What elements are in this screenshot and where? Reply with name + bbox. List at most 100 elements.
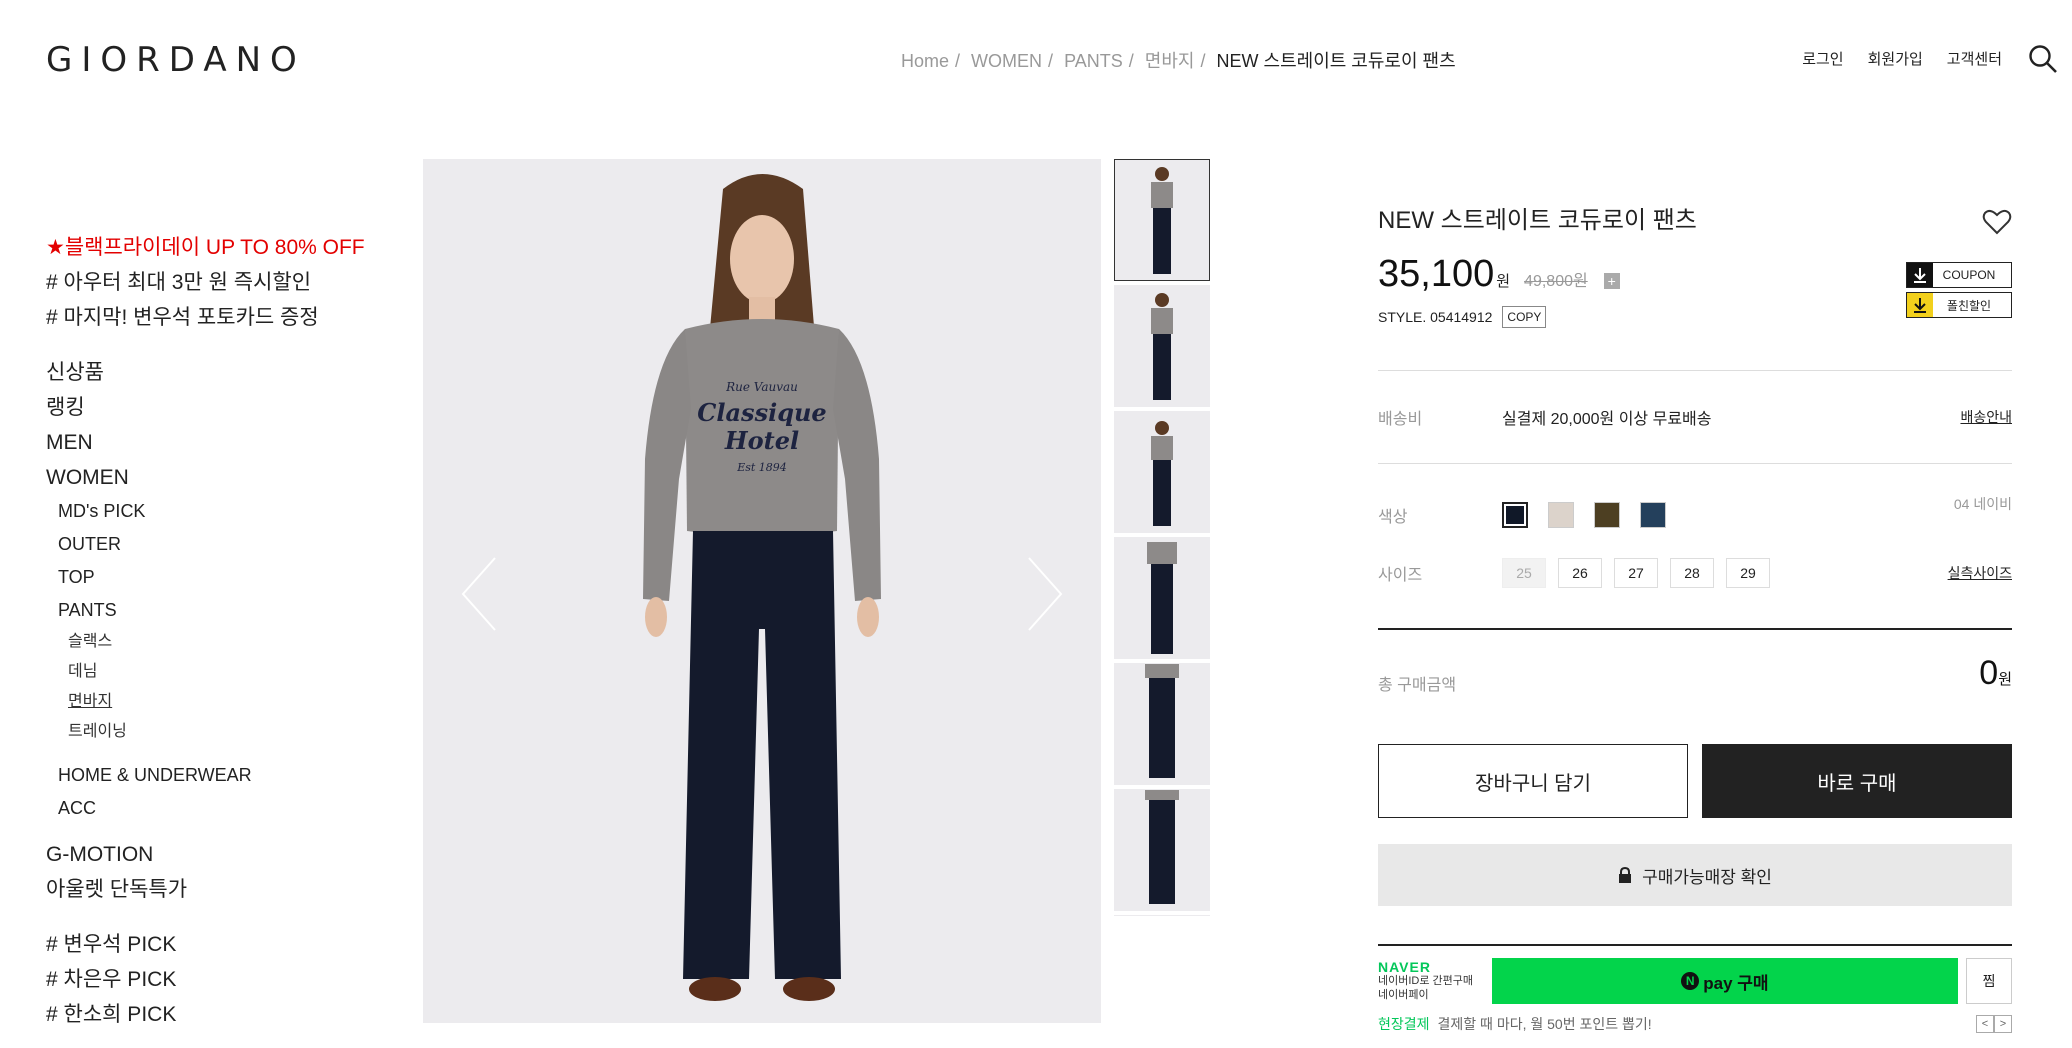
size-option-26[interactable]: 26 <box>1558 558 1602 588</box>
naver-brand: NAVER 네이버ID로 간편구매 네이버페이 <box>1378 960 1484 1002</box>
color-row: 색상 04 네이비 <box>1378 496 2012 528</box>
product-title: NEW 스트레이트 코듀로이 팬츠 <box>1378 207 1697 234</box>
sale-price: 35,100 <box>1378 253 1495 295</box>
nav-outlet[interactable]: 아울렛 단독특가 <box>46 872 406 907</box>
nav-home-underwear[interactable]: HOME & UNDERWEAR <box>46 759 406 792</box>
thumbnail-1[interactable] <box>1114 159 1210 281</box>
total-currency: 원 <box>1998 671 2012 688</box>
nav-acc[interactable]: ACC <box>46 792 406 825</box>
color-swatches <box>1502 502 1666 528</box>
thumbnail-3[interactable] <box>1114 411 1210 533</box>
total-amount: 0원 <box>1979 654 2012 693</box>
color-swatch-brown[interactable] <box>1594 502 1620 528</box>
friend-discount-button[interactable]: 폴친할인 <box>1906 292 2012 318</box>
naver-wishlist-button[interactable]: 찜 <box>1966 958 2012 1004</box>
nav-slacks[interactable]: 슬랙스 <box>46 627 406 657</box>
promo-black-friday[interactable]: ★블랙프라이데이 UP TO 80% OFF <box>46 230 406 265</box>
nav-men[interactable]: MEN <box>46 425 406 460</box>
size-option-29[interactable]: 29 <box>1726 558 1770 588</box>
size-option-25: 25 <box>1502 558 1546 588</box>
shipping-value: 실결제 20,000원 이상 무료배송 <box>1502 411 1712 428</box>
naver-line1: 네이버ID로 간편구매 <box>1378 975 1474 987</box>
nav-women[interactable]: WOMEN <box>46 460 406 495</box>
copy-button[interactable]: COPY <box>1502 306 1547 328</box>
nav-new[interactable]: 신상품 <box>46 355 406 390</box>
product-main-image[interactable]: Rue Vauvau Classique Hotel Est 1894 <box>423 159 1101 1023</box>
nav-pick-cha[interactable]: # 차은우 PICK <box>46 962 406 997</box>
breadcrumb-home[interactable]: Home <box>901 51 949 71</box>
size-option-28[interactable]: 28 <box>1670 558 1714 588</box>
thumbnail-6[interactable] <box>1114 789 1210 911</box>
nav-pick-byeon[interactable]: # 변우석 PICK <box>46 927 406 962</box>
search-icon[interactable] <box>2028 44 2058 74</box>
shipping-info-link[interactable]: 배송안내 <box>1960 407 2012 427</box>
svg-text:Hotel: Hotel <box>724 426 799 455</box>
download-icon <box>1907 293 1933 317</box>
total-value: 0 <box>1979 654 1999 692</box>
nav-mds-pick[interactable]: MD's PICK <box>46 495 406 528</box>
thumbnail-5[interactable] <box>1114 663 1210 785</box>
promo-outer-discount[interactable]: # 아우터 최대 3만 원 즉시할인 <box>46 265 406 300</box>
size-label: 사이즈 <box>1378 567 1423 584</box>
lock-icon <box>1619 867 1632 883</box>
purchase-buttons: 장바구니 담기 바로 구매 <box>1378 744 2012 818</box>
add-to-cart-button[interactable]: 장바구니 담기 <box>1378 744 1688 818</box>
brand-logo[interactable]: GIORDANO <box>46 40 306 80</box>
breadcrumb: Home / WOMEN / PANTS / 면바지 / NEW 스트레이트 코듀로이 … <box>901 51 1456 71</box>
top-links: 로그인 회원가입 고객센터 <box>1802 48 2002 69</box>
color-swatch-navy[interactable] <box>1502 502 1528 528</box>
login-link[interactable]: 로그인 <box>1802 48 1843 69</box>
size-option-27[interactable]: 27 <box>1614 558 1658 588</box>
breadcrumb-pants[interactable]: PANTS <box>1064 51 1123 71</box>
thumbnail-7[interactable] <box>1114 915 1210 916</box>
total-label: 총 구매금액 <box>1378 677 1457 694</box>
shipping-row: 배송비 실결제 20,000원 이상 무료배송 배송안내 <box>1378 371 2012 463</box>
size-guide-link[interactable]: 실측사이즈 <box>1948 563 2012 583</box>
nav-ranking[interactable]: 랭킹 <box>46 390 406 425</box>
breadcrumb-current: NEW 스트레이트 코듀로이 팬츠 <box>1216 51 1456 71</box>
signup-link[interactable]: 회원가입 <box>1868 48 1923 69</box>
nav-outer[interactable]: OUTER <box>46 528 406 561</box>
naver-pay-box: NAVER 네이버ID로 간편구매 네이버페이 N pay 구매 찜 <box>1378 944 2012 1004</box>
nav-cotton[interactable]: 면바지 <box>46 687 406 717</box>
naver-pay-button[interactable]: N pay 구매 <box>1491 958 1959 1004</box>
nav-training[interactable]: 트레이닝 <box>46 717 406 747</box>
naver-pay-label: pay 구매 <box>1703 973 1769 993</box>
naver-logo: NAVER <box>1378 959 1431 975</box>
store-availability-button[interactable]: 구매가능매장 확인 <box>1378 844 2012 906</box>
next-image-arrow[interactable] <box>1025 554 1065 634</box>
svg-text:Classique: Classique <box>697 398 826 427</box>
shipping-label: 배송비 <box>1378 411 1423 428</box>
coupon-download-button[interactable]: COUPON <box>1906 262 2012 288</box>
chevron-right-icon[interactable]: > <box>1994 1015 2012 1033</box>
promo-photocard[interactable]: # 마지막! 변우석 포토카드 증정 <box>46 300 406 335</box>
chevron-left-icon[interactable]: < <box>1976 1015 1994 1033</box>
buy-now-button[interactable]: 바로 구매 <box>1702 744 2012 818</box>
original-price: 49,800원 <box>1524 273 1588 290</box>
nav-pants[interactable]: PANTS <box>46 594 406 627</box>
heart-icon[interactable] <box>1982 208 2012 236</box>
price-detail-plus-icon[interactable]: + <box>1603 273 1620 289</box>
nav-gmotion[interactable]: G-MOTION <box>46 837 406 872</box>
nav-denim[interactable]: 데님 <box>46 657 406 687</box>
total-row: 총 구매금액 0원 <box>1378 630 2012 736</box>
color-label: 색상 <box>1378 509 1408 526</box>
customer-center-link[interactable]: 고객센터 <box>1947 48 2002 69</box>
thumbnail-4[interactable] <box>1114 537 1210 659</box>
color-swatch-blue[interactable] <box>1640 502 1666 528</box>
size-options: 25 26 27 28 29 <box>1502 558 1770 588</box>
naver-promo-green: 현장결제 <box>1378 1016 1430 1032</box>
nav-pick-han[interactable]: # 한소희 PICK <box>46 997 406 1032</box>
nav-top[interactable]: TOP <box>46 561 406 594</box>
naver-promo-pager: < > <box>1976 1015 2012 1033</box>
download-icon <box>1907 263 1933 287</box>
category-sidebar: ★블랙프라이데이 UP TO 80% OFF # 아우터 최대 3만 원 즉시할… <box>46 230 406 1032</box>
friend-discount-label: 폴친할인 <box>1946 298 1992 313</box>
breadcrumb-women[interactable]: WOMEN <box>971 51 1042 71</box>
breadcrumb-cotton[interactable]: 면바지 <box>1145 51 1195 71</box>
store-availability-label: 구매가능매장 확인 <box>1642 867 1772 887</box>
selected-color-name: 04 네이비 <box>1953 496 2012 512</box>
color-swatch-beige[interactable] <box>1548 502 1574 528</box>
prev-image-arrow[interactable] <box>459 554 499 634</box>
thumbnail-2[interactable] <box>1114 285 1210 407</box>
